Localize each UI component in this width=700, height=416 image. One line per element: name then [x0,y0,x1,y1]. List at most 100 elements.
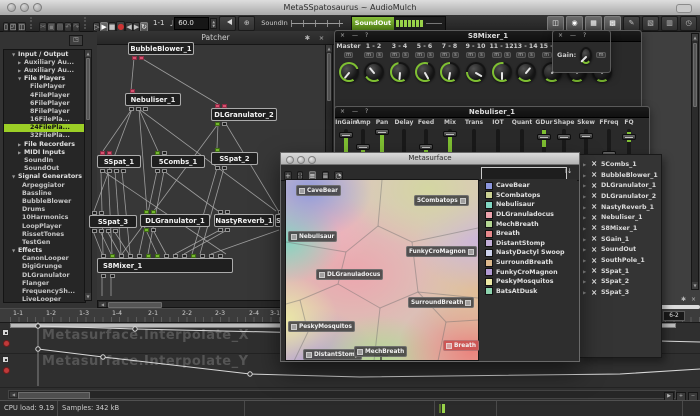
mute-button[interactable]: m [344,52,354,58]
channel-gain-knob[interactable] [492,62,512,82]
scrollbar-thumb[interactable] [86,58,90,120]
snapshot-badge[interactable]: MechBreath [354,346,407,357]
delete-icon[interactable]: × [591,289,598,297]
contraption-row[interactable]: ▶ × NastyReverb_1 [579,202,661,213]
delete-icon[interactable]: × [591,160,598,168]
node-port[interactable] [215,122,220,126]
slider-handle[interactable] [443,131,457,137]
node-port[interactable] [162,169,167,173]
node-port[interactable] [225,228,230,232]
snapshot-badge[interactable]: PeskyMosquitos [288,321,355,332]
window-toggle-button[interactable]: ▦ [585,16,602,31]
contraption-row[interactable]: ▶ × SouthPole_1 [579,255,661,266]
tree-item[interactable]: ▶ Auxiliary Au... [4,66,85,74]
node-port[interactable] [200,254,205,258]
snapshot-anchor-icon[interactable] [465,300,471,306]
gain-knob[interactable] [580,47,592,64]
delete-icon[interactable]: × [591,267,598,275]
snapshot-anchor-icon[interactable] [291,234,297,240]
snapshot-anchor-icon[interactable] [299,188,305,194]
node-port[interactable] [101,274,106,278]
tree-item[interactable]: SoundIn [4,156,85,164]
node-port[interactable] [215,166,220,170]
patcher-node[interactable]: Nebuliser_1 [125,93,181,106]
mute-button[interactable]: m [542,52,552,58]
contraption-row[interactable]: ▶ × SoundOut [579,245,661,256]
mute-button[interactable]: m [516,52,526,58]
node-port[interactable] [209,254,214,258]
scroll-up-icon[interactable]: ▲ [326,45,332,52]
patcher-node[interactable]: SSpat_3 [89,215,137,228]
delete-icon[interactable]: × [591,214,598,222]
patcher-node[interactable]: SSpat_2 [211,152,258,165]
snapshot-row[interactable]: CaveBear [481,181,577,191]
node-port[interactable] [146,254,151,258]
node-port[interactable] [119,254,124,258]
slider-handle[interactable] [537,134,551,140]
node-port[interactable] [100,169,105,173]
file-toolbar-button[interactable]: ◫ [17,22,26,32]
patcher-node[interactable]: 5Combs_1 [151,155,205,168]
tree-item[interactable]: DigiGrunge [4,263,85,271]
tree-item[interactable]: TestGen [4,238,85,246]
scroll-left-icon[interactable]: ◀ [10,392,17,397]
mute-button[interactable]: m [415,52,425,58]
channel-gain-knob[interactable] [390,62,410,82]
slider-handle[interactable] [419,144,433,150]
node-port[interactable] [110,254,115,258]
solo-button[interactable]: s [427,52,435,58]
node-port[interactable] [99,229,104,233]
solo-button[interactable]: s [402,52,410,58]
delete-icon[interactable]: × [591,224,598,232]
edit-toolbar-button[interactable]: ✂ [39,22,47,32]
snapshot-anchor-icon[interactable] [446,343,452,349]
channel-gain-knob[interactable] [364,62,384,82]
node-port[interactable] [129,107,134,111]
solo-button[interactable]: s [452,52,460,58]
tree-item[interactable]: ▼ File Players [4,75,85,83]
node-port[interactable] [121,169,126,173]
node-port[interactable] [107,151,112,155]
solo-button[interactable]: s [478,52,486,58]
tree-item[interactable]: ▼ Effects [4,247,85,255]
snapshot-row[interactable]: PeskyMosquitos [481,277,577,287]
node-port[interactable] [151,210,156,214]
timeline-position-bar[interactable] [660,305,700,309]
tree-item[interactable]: ▼ Input / Output [4,50,85,58]
mute-button[interactable]: m [390,52,400,58]
snapshot-anchor-icon[interactable] [468,249,474,255]
mute-button[interactable]: m [596,52,606,58]
snapshot-row[interactable]: Breath [481,229,577,239]
transport-button[interactable]: ◀ [125,22,132,32]
node-port[interactable] [143,107,148,111]
slider-handle[interactable] [622,134,636,140]
soundout-slider[interactable] [426,23,442,24]
node-port[interactable] [218,210,223,214]
node-port[interactable] [182,254,187,258]
transport-button[interactable]: ▶ [100,22,107,32]
rightpane-scrollbar[interactable]: ▲ ▼ [691,33,699,290]
node-port[interactable] [107,169,112,173]
tree-item[interactable]: Drums [4,206,85,214]
scroll-down-icon[interactable]: ▼ [85,293,91,300]
node-port[interactable] [99,211,104,215]
window-toggle-button[interactable]: ◉ [566,16,583,31]
node-port[interactable] [222,104,227,108]
snapshot-badge[interactable]: DLGranuladocus [316,269,383,280]
scrollbar-thumb[interactable] [18,392,90,399]
expand-triangle-icon[interactable]: ▶ [583,226,588,231]
channel-gain-knob[interactable] [466,62,486,82]
node-port[interactable] [136,107,141,111]
patcher-node[interactable]: SSpat_1 [97,155,141,168]
titlebar-widget-icon[interactable] [676,4,692,13]
tree-item[interactable]: Flanger [4,279,85,287]
node-port[interactable] [100,151,105,155]
contraption-row[interactable]: ▶ × SSpat_3 [579,287,661,298]
mute-button[interactable]: m [466,52,476,58]
edit-toolbar-button[interactable]: ↶ [64,22,72,32]
gear-icon[interactable]: ✱ [303,34,312,42]
contraption-row[interactable]: ▶ × Nebuliser_1 [579,212,661,223]
lane-x-enable-checkbox[interactable] [2,329,9,336]
expand-triangle-icon[interactable]: ▶ [583,290,588,295]
tree-item[interactable]: ▼ Signal Generators [4,173,85,181]
